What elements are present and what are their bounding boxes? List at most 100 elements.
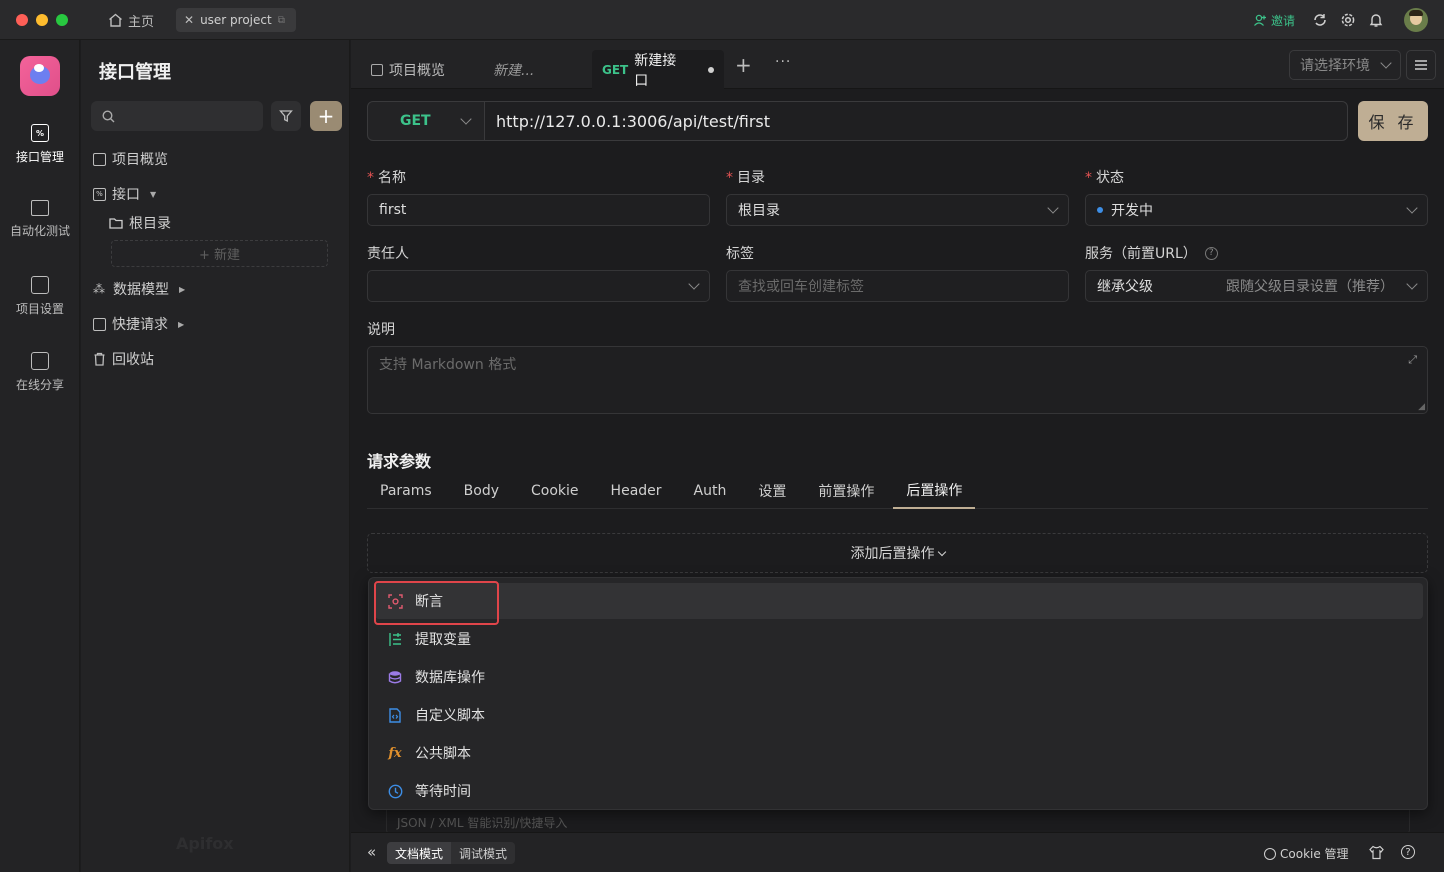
chevron-down-icon: [1047, 202, 1059, 214]
request-params-title: 请求参数: [367, 452, 432, 471]
params-tabs: Params Body Cookie Header Auth 设置 前置操作 后…: [367, 472, 1428, 509]
method-select[interactable]: GET: [367, 101, 485, 141]
nav-item-api[interactable]: % 接口 ▼: [93, 184, 156, 204]
tab-post-operations[interactable]: 后置操作: [893, 472, 976, 509]
post-operation-dropdown: 断言 提取变量 数据库操作 自定义脚本 fx 公共脚本 等待时间: [368, 577, 1428, 810]
owner-select[interactable]: [367, 270, 710, 302]
dropdown-item-wait-time[interactable]: 等待时间: [375, 773, 1423, 809]
nav-new-button[interactable]: + 新建: [111, 240, 328, 267]
settings-gear-icon[interactable]: [1340, 10, 1356, 30]
environment-select[interactable]: 请选择环境: [1289, 50, 1401, 80]
highlight-frame: [374, 581, 499, 625]
rail-api-management[interactable]: % 接口管理: [0, 124, 80, 165]
nav-item-project-overview[interactable]: 项目概览: [93, 149, 168, 169]
sync-icon[interactable]: [1312, 10, 1328, 30]
status-select[interactable]: 开发中: [1085, 194, 1428, 226]
maximize-window-button[interactable]: [56, 14, 68, 26]
filter-button[interactable]: [271, 101, 301, 131]
overview-icon: [93, 152, 106, 166]
rail-item-label: 自动化测试: [9, 224, 70, 238]
url-input[interactable]: http://127.0.0.1:3006/api/test/first: [484, 101, 1348, 141]
rail-automation-test[interactable]: 自动化测试: [0, 200, 80, 239]
close-tab-icon[interactable]: ✕: [184, 13, 194, 27]
nav-item-data-model[interactable]: ⁂ 数据模型 ▶: [93, 279, 185, 299]
nav-item-root-folder[interactable]: 根目录: [109, 213, 171, 233]
cookie-manager-button[interactable]: Cookie 管理: [1264, 845, 1349, 862]
title-bar: 主页 ✕ user project ⧉ 邀请: [0, 0, 1444, 40]
service-select[interactable]: 继承父级 跟随父级目录设置（推荐）: [1085, 270, 1428, 302]
api-management-icon: %: [31, 124, 49, 142]
help-icon[interactable]: ?: [1401, 845, 1415, 859]
nav-item-label: 接口: [112, 187, 140, 203]
caret-right-icon[interactable]: ▶: [179, 285, 185, 294]
tab-auth[interactable]: Auth: [681, 472, 740, 509]
tab-bar: 项目概览 新建... GET 新建接口 + ··· 请选择环境: [351, 40, 1444, 89]
rail-project-settings[interactable]: 项目设置: [0, 276, 80, 317]
more-tabs-icon[interactable]: ···: [775, 54, 791, 70]
name-input[interactable]: first: [367, 194, 710, 226]
doc-mode-button[interactable]: 文档模式: [387, 842, 452, 864]
dropdown-item-label: 自定义脚本: [415, 708, 485, 724]
expand-icon[interactable]: ⤢: [1408, 353, 1417, 367]
user-avatar[interactable]: [1404, 8, 1428, 32]
tab-new-draft[interactable]: 新建...: [483, 50, 589, 89]
home-tab[interactable]: 主页: [108, 11, 154, 30]
help-icon[interactable]: ?: [1204, 246, 1218, 260]
dropdown-item-label: 提取变量: [415, 632, 471, 648]
collapse-sidebar-icon[interactable]: «: [367, 844, 376, 860]
tab-body[interactable]: Body: [451, 472, 512, 509]
dropdown-item-public-script[interactable]: fx 公共脚本: [375, 735, 1423, 771]
tab-settings[interactable]: 设置: [745, 472, 799, 509]
caret-down-icon[interactable]: ▼: [150, 190, 156, 199]
bottom-bar: « 文档模式 调试模式 Cookie 管理 ?: [351, 832, 1444, 872]
save-button[interactable]: 保 存: [1358, 101, 1428, 141]
add-tab-button[interactable]: +: [735, 55, 752, 75]
dropdown-item-label: 公共脚本: [415, 746, 471, 762]
nav-search-input[interactable]: [91, 101, 263, 131]
add-post-operation-button[interactable]: 添加后置操作: [367, 533, 1428, 573]
hamburger-icon: [1415, 60, 1427, 70]
dropdown-item-assert[interactable]: 断言: [375, 583, 1423, 619]
tag-label: 标签: [726, 246, 754, 262]
tab-project-overview[interactable]: 项目概览: [361, 50, 455, 89]
description-textarea[interactable]: 支持 Markdown 格式 ⤢ ◢: [367, 346, 1428, 414]
tab-params[interactable]: Params: [367, 472, 445, 509]
minimize-window-button[interactable]: [36, 14, 48, 26]
rail-online-share[interactable]: 在线分享: [0, 352, 80, 393]
chevron-down-icon: [1380, 57, 1392, 69]
tab-cookie[interactable]: Cookie: [518, 472, 592, 509]
theme-icon[interactable]: [1369, 845, 1384, 864]
dropdown-item-custom-script[interactable]: 自定义脚本: [375, 697, 1423, 733]
dropdown-item-database[interactable]: 数据库操作: [375, 659, 1423, 695]
database-icon: [387, 669, 403, 685]
url-value: http://127.0.0.1:3006/api/test/first: [496, 111, 771, 131]
close-window-button[interactable]: [16, 14, 28, 26]
service-label: 服务（前置URL） ?: [1085, 243, 1218, 263]
nav-item-recycle-bin[interactable]: 回收站: [93, 349, 154, 369]
directory-value: 根目录: [738, 203, 780, 219]
tab-label: 项目概览: [389, 62, 445, 79]
debug-mode-button[interactable]: 调试模式: [451, 842, 515, 864]
tag-input[interactable]: 查找或回车创建标签: [726, 270, 1069, 302]
api-icon: %: [93, 187, 106, 201]
resize-handle-icon[interactable]: ◢: [1418, 402, 1425, 412]
status-value: 开发中: [1111, 203, 1153, 219]
tab-pre-operations[interactable]: 前置操作: [805, 472, 887, 509]
fx-icon: fx: [388, 745, 402, 761]
mode-switch: 文档模式 调试模式: [387, 842, 516, 864]
caret-right-icon[interactable]: ▶: [178, 320, 184, 329]
directory-select[interactable]: 根目录: [726, 194, 1069, 226]
project-tab[interactable]: ✕ user project ⧉: [176, 8, 296, 32]
extract-icon: [387, 631, 403, 647]
dropdown-item-extract-variable[interactable]: 提取变量: [375, 621, 1423, 657]
nav-add-button[interactable]: +: [310, 101, 342, 131]
nav-item-quick-request[interactable]: 快捷请求 ▶: [93, 314, 184, 334]
notification-bell-icon[interactable]: [1368, 10, 1384, 30]
env-menu-button[interactable]: [1406, 50, 1436, 80]
tab-header[interactable]: Header: [598, 472, 675, 509]
project-settings-icon: [31, 276, 49, 294]
project-tab-label: user project: [200, 13, 272, 27]
tab-new-api[interactable]: GET 新建接口: [592, 50, 724, 89]
app-logo[interactable]: [20, 56, 60, 96]
invite-button[interactable]: 邀请: [1253, 10, 1295, 30]
